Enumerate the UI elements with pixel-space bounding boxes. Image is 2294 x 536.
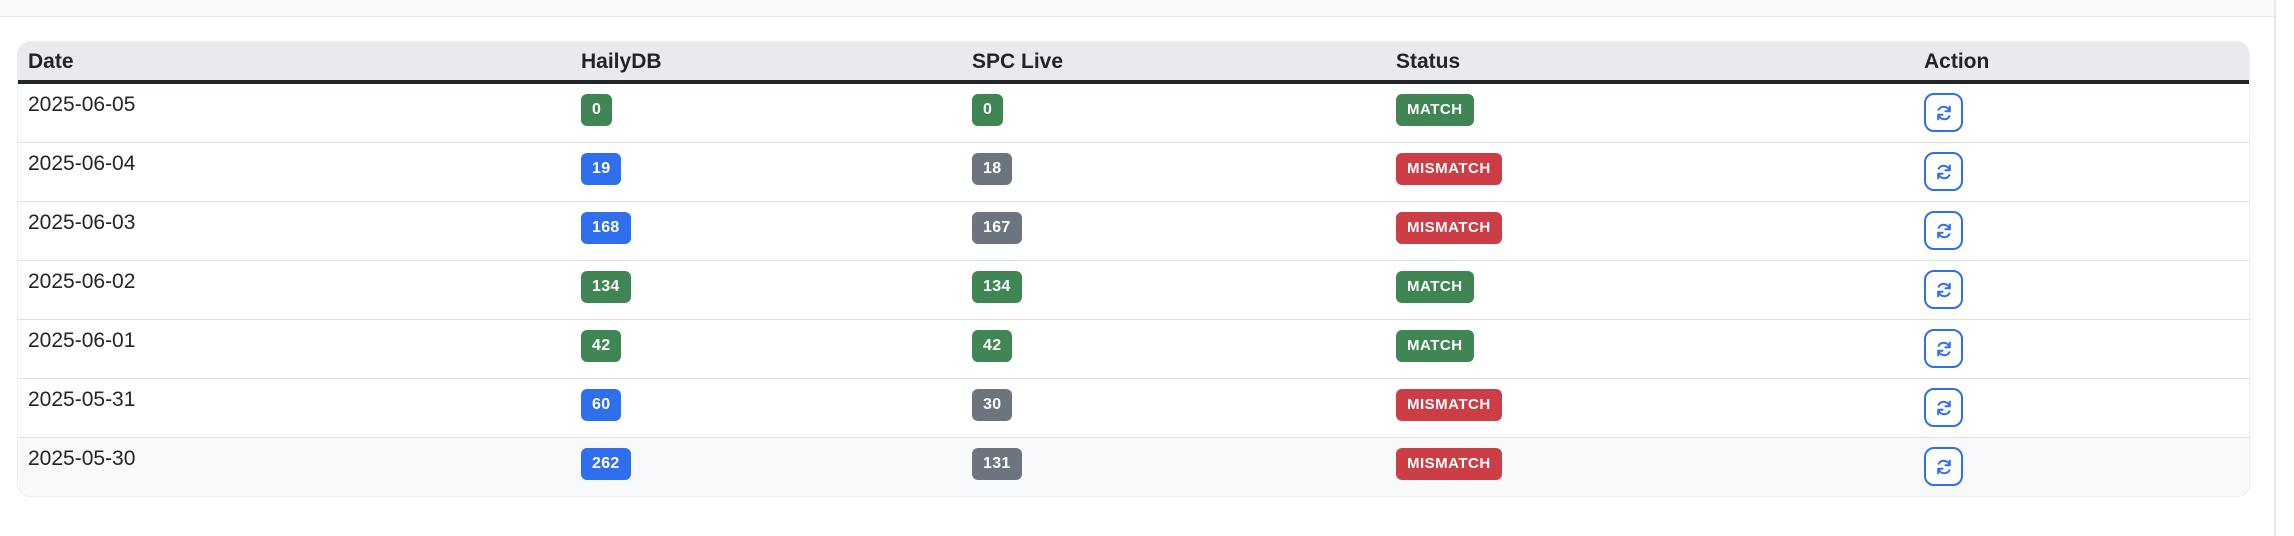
spc-live-cell: 131 — [962, 438, 1386, 497]
comparison-table-card: Date HailyDB SPC Live Status Action 2025… — [18, 42, 2249, 496]
spc-live-cell: 42 — [962, 319, 1386, 379]
status-badge: MISMATCH — [1396, 153, 1502, 185]
table-row: 2025-06-02 134 134 MATCH — [18, 260, 2249, 320]
refresh-button[interactable] — [1924, 270, 1963, 309]
status-badge: MATCH — [1396, 330, 1474, 362]
refresh-button[interactable] — [1924, 388, 1963, 427]
table-row: 2025-06-05 0 0 MATCH — [18, 82, 2249, 143]
spc-live-count-badge: 134 — [972, 271, 1022, 303]
spc-live-count-badge: 42 — [972, 330, 1013, 362]
table-header: Date HailyDB SPC Live Status Action — [18, 42, 2249, 84]
refresh-button[interactable] — [1924, 329, 1963, 368]
comparison-table: Date HailyDB SPC Live Status Action 2025… — [18, 42, 2249, 496]
hailydb-count-badge: 19 — [581, 153, 622, 185]
hailydb-cell: 42 — [571, 319, 962, 379]
spc-live-cell: 0 — [962, 82, 1386, 143]
table-row: 2025-06-01 42 42 MATCH — [18, 319, 2249, 379]
status-cell: MISMATCH — [1386, 438, 1914, 497]
refresh-button[interactable] — [1924, 211, 1963, 250]
refresh-icon — [1936, 282, 1951, 297]
column-header-hailydb: HailyDB — [571, 42, 962, 84]
refresh-icon — [1936, 400, 1951, 415]
action-cell — [1914, 201, 2249, 261]
date-value: 2025-06-03 — [28, 211, 136, 234]
scrollbar-track[interactable] — [2274, 0, 2276, 536]
date-value: 2025-06-04 — [28, 152, 136, 175]
spc-live-cell: 30 — [962, 378, 1386, 438]
date-cell: 2025-06-02 — [18, 260, 571, 320]
top-bar — [0, 0, 2274, 17]
status-badge: MATCH — [1396, 271, 1474, 303]
spc-live-count-badge: 131 — [972, 448, 1022, 480]
column-header-spc-live: SPC Live — [962, 42, 1386, 84]
date-value: 2025-05-30 — [28, 447, 136, 470]
date-cell: 2025-05-31 — [18, 378, 571, 438]
refresh-icon — [1936, 164, 1951, 179]
refresh-button[interactable] — [1924, 93, 1963, 132]
spc-live-count-badge: 0 — [972, 94, 1004, 126]
action-cell — [1914, 438, 2249, 497]
table-row: 2025-05-30 262 131 MISMATCH — [18, 437, 2249, 497]
status-cell: MATCH — [1386, 82, 1914, 143]
hailydb-count-badge: 0 — [581, 94, 613, 126]
hailydb-cell: 0 — [571, 82, 962, 143]
hailydb-count-badge: 262 — [581, 448, 631, 480]
status-cell: MATCH — [1386, 319, 1914, 379]
status-cell: MISMATCH — [1386, 201, 1914, 261]
refresh-button[interactable] — [1924, 152, 1963, 191]
refresh-button[interactable] — [1924, 447, 1963, 486]
refresh-icon — [1936, 223, 1951, 238]
action-cell — [1914, 142, 2249, 202]
status-badge: MISMATCH — [1396, 212, 1502, 244]
status-badge: MISMATCH — [1396, 389, 1502, 421]
date-value: 2025-06-02 — [28, 270, 136, 293]
hailydb-cell: 60 — [571, 378, 962, 438]
action-cell — [1914, 378, 2249, 438]
table-header-row: Date HailyDB SPC Live Status Action — [18, 42, 2249, 84]
date-value: 2025-06-05 — [28, 93, 136, 116]
refresh-icon — [1936, 105, 1951, 120]
date-cell: 2025-06-05 — [18, 82, 571, 143]
hailydb-cell: 262 — [571, 438, 962, 497]
hailydb-cell: 168 — [571, 201, 962, 261]
hailydb-count-badge: 60 — [581, 389, 622, 421]
status-cell: MISMATCH — [1386, 378, 1914, 438]
hailydb-cell: 134 — [571, 260, 962, 320]
refresh-icon — [1936, 459, 1951, 474]
column-header-date: Date — [18, 42, 571, 84]
table-row: 2025-05-31 60 30 MISMATCH — [18, 378, 2249, 438]
date-cell: 2025-06-04 — [18, 142, 571, 202]
spc-live-cell: 18 — [962, 142, 1386, 202]
status-cell: MISMATCH — [1386, 142, 1914, 202]
date-cell: 2025-05-30 — [18, 438, 571, 497]
date-cell: 2025-06-03 — [18, 201, 571, 261]
status-cell: MATCH — [1386, 260, 1914, 320]
hailydb-count-badge: 134 — [581, 271, 631, 303]
spc-live-count-badge: 30 — [972, 389, 1013, 421]
spc-live-count-badge: 167 — [972, 212, 1022, 244]
date-value: 2025-05-31 — [28, 388, 136, 411]
column-header-action: Action — [1914, 42, 2249, 84]
table-row: 2025-06-03 168 167 MISMATCH — [18, 201, 2249, 261]
table-body: 2025-06-05 0 0 MATCH 2025-06-04 19 18 MI… — [18, 82, 2249, 496]
spc-live-count-badge: 18 — [972, 153, 1013, 185]
date-cell: 2025-06-01 — [18, 319, 571, 379]
action-cell — [1914, 319, 2249, 379]
column-header-status: Status — [1386, 42, 1914, 84]
action-cell — [1914, 82, 2249, 143]
table-row: 2025-06-04 19 18 MISMATCH — [18, 142, 2249, 202]
hailydb-count-badge: 168 — [581, 212, 631, 244]
spc-live-cell: 167 — [962, 201, 1386, 261]
status-badge: MISMATCH — [1396, 448, 1502, 480]
date-value: 2025-06-01 — [28, 329, 136, 352]
action-cell — [1914, 260, 2249, 320]
status-badge: MATCH — [1396, 94, 1474, 126]
refresh-icon — [1936, 341, 1951, 356]
spc-live-cell: 134 — [962, 260, 1386, 320]
hailydb-cell: 19 — [571, 142, 962, 202]
hailydb-count-badge: 42 — [581, 330, 622, 362]
